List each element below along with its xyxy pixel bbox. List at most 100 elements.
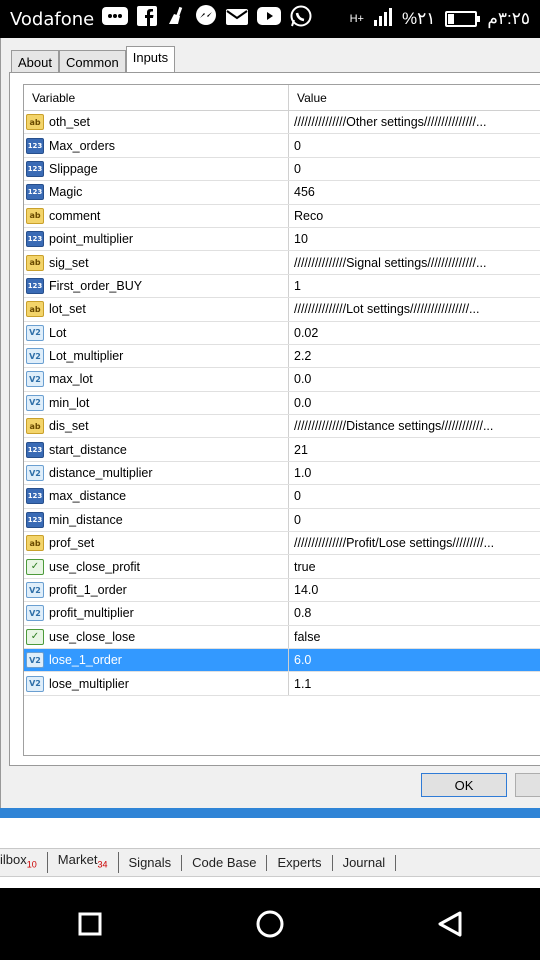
variable-name: comment <box>49 208 101 223</box>
variable-cell[interactable]: V2 max_lot <box>24 368 289 391</box>
variable-cell[interactable]: V2 lose_1_order <box>24 648 289 672</box>
value-cell[interactable]: 0.02 <box>289 326 540 340</box>
value-cell[interactable]: 1.1 <box>289 677 540 691</box>
recents-button[interactable] <box>70 904 110 944</box>
value-cell[interactable]: false <box>289 630 540 644</box>
value-cell[interactable]: 10 <box>289 232 540 246</box>
value-cell[interactable]: 2.2 <box>289 349 540 363</box>
integer-type-icon: 123 <box>26 231 44 248</box>
double-type-icon: V2 <box>26 465 44 482</box>
table-row[interactable]: 123 min_distance 0 <box>24 508 540 533</box>
variable-cell[interactable]: ab lot_set <box>24 298 289 321</box>
variable-cell[interactable]: ab sig_set <box>24 251 289 274</box>
value-cell[interactable]: 0 <box>289 489 540 503</box>
value-cell[interactable]: 14.0 <box>289 583 540 597</box>
table-row[interactable]: ab lot_set ///////////////Lot settings////… <box>24 298 540 322</box>
value-cell[interactable]: 0 <box>289 513 540 527</box>
variable-cell[interactable]: V2 lose_multiplier <box>24 672 289 695</box>
table-row[interactable]: V2 lose_multiplier 1.1 <box>24 672 540 696</box>
variable-cell[interactable]: 123 max_distance <box>24 485 289 508</box>
value-cell[interactable]: ///////////////Profit/Lose settings/////… <box>289 536 540 550</box>
table-row[interactable]: V2 min_lot 0.0 <box>24 391 540 416</box>
variable-cell[interactable]: V2 distance_multiplier <box>24 461 289 485</box>
cancel-button[interactable] <box>515 773 540 797</box>
value-cell[interactable]: Reco <box>289 209 540 223</box>
value-cell[interactable]: 0.8 <box>289 606 540 620</box>
variable-cell[interactable]: ab dis_set <box>24 415 289 438</box>
value-cell[interactable]: ///////////////Signal settings//////////… <box>289 256 540 270</box>
table-row[interactable]: V2 Lot 0.02 <box>24 321 540 345</box>
value-cell[interactable]: 21 <box>289 443 540 457</box>
variable-cell[interactable]: 123 start_distance <box>24 438 289 461</box>
terminal-tab-market[interactable]: Market34 <box>48 852 119 873</box>
variable-name: Slippage <box>49 161 98 176</box>
variable-cell[interactable]: V2 Lot <box>24 321 289 344</box>
table-row[interactable]: ab comment Reco <box>24 204 540 228</box>
table-row[interactable]: ✓ use_close_lose false <box>24 625 540 649</box>
variable-cell[interactable]: ✓ use_close_profit <box>24 555 289 578</box>
table-row[interactable]: V2 max_lot 0.0 <box>24 368 540 392</box>
table-row[interactable]: V2 profit_multiplier 0.8 <box>24 602 540 626</box>
table-row[interactable]: 123 Max_orders 0 <box>24 134 540 158</box>
variable-cell[interactable]: ab prof_set <box>24 532 289 555</box>
variable-cell[interactable]: ✓ use_close_lose <box>24 625 289 648</box>
tab-about[interactable]: About <box>11 50 59 72</box>
variable-cell[interactable]: 123 Magic <box>24 181 289 204</box>
table-row[interactable]: V2 Lot_multiplier 2.2 <box>24 344 540 369</box>
value-cell[interactable]: ///////////////Other settings///////////… <box>289 115 540 129</box>
terminal-tab-code-base[interactable]: Code Base <box>182 854 268 871</box>
table-row[interactable]: 123 First_order_BUY 1 <box>24 274 540 299</box>
variable-cell[interactable]: 123 Max_orders <box>24 134 289 157</box>
value-cell[interactable]: 6.0 <box>289 653 540 667</box>
table-row[interactable]: ab oth_set ///////////////Other settings//… <box>24 111 540 135</box>
column-header-variable[interactable]: Variable <box>24 85 289 110</box>
value-cell[interactable]: true <box>289 560 540 574</box>
tab-common[interactable]: Common <box>58 50 126 72</box>
variable-cell[interactable]: ab comment <box>24 204 289 227</box>
value-cell[interactable]: 0 <box>289 139 540 153</box>
table-row[interactable]: ab dis_set ///////////////Distance setting… <box>24 415 540 439</box>
table-row[interactable]: ✓ use_close_profit true <box>24 555 540 579</box>
variable-name: point_multiplier <box>49 232 134 247</box>
value-cell[interactable]: 0.0 <box>289 396 540 410</box>
value-cell[interactable]: 456 <box>289 185 540 199</box>
variable-cell[interactable]: 123 First_order_BUY <box>24 274 289 298</box>
variable-cell[interactable]: 123 point_multiplier <box>24 227 289 251</box>
table-row[interactable]: 123 start_distance 21 <box>24 438 540 462</box>
tab-inputs[interactable]: Inputs <box>125 46 176 72</box>
table-row[interactable]: 123 Slippage 0 <box>24 157 540 182</box>
terminal-tab-signals[interactable]: Signals <box>119 854 183 871</box>
variable-cell[interactable]: V2 profit_multiplier <box>24 602 289 625</box>
value-cell[interactable]: 0.0 <box>289 372 540 386</box>
variable-cell[interactable]: V2 Lot_multiplier <box>24 344 289 368</box>
double-type-icon: V2 <box>26 582 44 598</box>
terminal-tab-journal[interactable]: Journal <box>333 854 397 871</box>
variable-cell[interactable]: V2 profit_1_order <box>24 578 289 602</box>
home-button[interactable] <box>250 904 290 944</box>
variable-cell[interactable]: ab oth_set <box>24 111 289 134</box>
table-row[interactable]: 123 max_distance 0 <box>24 485 540 509</box>
variable-cell[interactable]: 123 min_distance <box>24 508 289 532</box>
table-row[interactable]: ab prof_set ///////////////Profit/Lose set… <box>24 532 540 556</box>
terminal-tab-mailbox[interactable]: ilbox10 <box>0 852 48 873</box>
table-row[interactable]: 123 point_multiplier 10 <box>24 227 540 252</box>
value-cell[interactable]: 1 <box>289 279 540 293</box>
ok-button[interactable]: OK <box>421 773 507 797</box>
value-cell[interactable]: 1.0 <box>289 466 540 480</box>
variable-cell[interactable]: 123 Slippage <box>24 157 289 181</box>
value-cell[interactable]: ///////////////Distance settings////////… <box>289 419 540 433</box>
column-header-value[interactable]: Value <box>289 85 540 110</box>
table-row[interactable]: V2 distance_multiplier 1.0 <box>24 461 540 486</box>
back-button[interactable] <box>430 904 470 944</box>
table-row[interactable]: V2 profit_1_order 14.0 <box>24 578 540 603</box>
recents-icon <box>78 912 102 936</box>
variable-cell[interactable]: V2 min_lot <box>24 391 289 415</box>
value-cell[interactable]: 0 <box>289 162 540 176</box>
variable-name: start_distance <box>49 442 127 457</box>
variable-name: lot_set <box>49 302 86 317</box>
terminal-tab-experts[interactable]: Experts <box>267 854 333 871</box>
table-row[interactable]: 123 Magic 456 <box>24 181 540 205</box>
table-row[interactable]: V2 lose_1_order 6.0 <box>24 648 540 673</box>
table-row[interactable]: ab sig_set ///////////////Signal settings/… <box>24 251 540 275</box>
value-cell[interactable]: ///////////////Lot settings/////////////… <box>289 302 540 316</box>
